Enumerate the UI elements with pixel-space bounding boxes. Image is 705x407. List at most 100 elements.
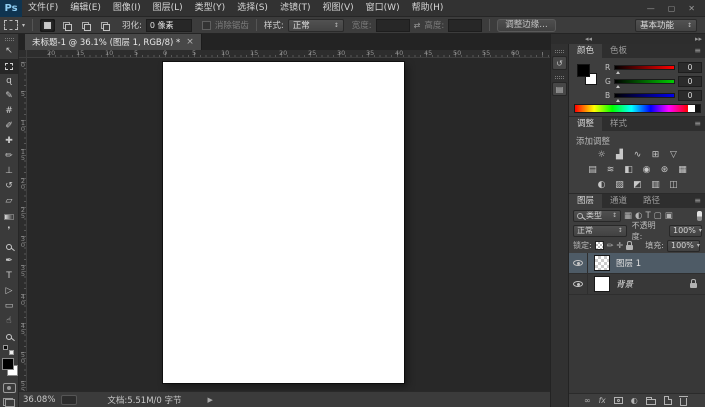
eye-icon[interactable] [573,260,583,266]
antialias-checkbox[interactable] [201,20,211,30]
tab-channels[interactable]: 通道 [602,194,635,208]
panel-menu-icon[interactable]: ≡ [694,194,705,208]
foreground-color-swatch[interactable] [1,358,14,370]
panel-menu-icon[interactable]: ≡ [694,117,705,131]
tool-preset-caret-icon[interactable]: ▾ [22,22,25,29]
menu-item[interactable]: 窗口(W) [360,0,406,17]
layer-thumbnail[interactable] [594,255,610,271]
tab-layers[interactable]: 图层 [569,194,603,208]
dodge-tool[interactable] [0,239,19,254]
lock-image-pixels-icon[interactable]: ✏ [607,241,614,250]
properties-panel-button[interactable]: ▤ [552,82,567,96]
add-to-selection-button[interactable] [59,19,74,32]
history-panel-button[interactable]: ↺ [552,56,567,70]
channel-slider[interactable] [614,64,675,74]
close-icon[interactable]: ✕ [688,4,695,13]
menu-item[interactable]: 类型(Y) [189,0,232,17]
visibility-cell[interactable] [569,274,588,294]
layer-name[interactable]: 图层 1 [616,257,705,269]
tab-color[interactable]: 颜色 [569,44,603,58]
document-tab[interactable]: 未标题-1 @ 36.1% (图层 1, RGB/8) * × [25,34,202,50]
minimize-icon[interactable]: — [647,4,655,13]
menu-item[interactable]: 编辑(E) [64,0,107,17]
layer-row[interactable]: 背景 [569,274,705,295]
tab-close-icon[interactable]: × [186,37,194,47]
panel-grip[interactable] [555,50,564,53]
rectangle-tool[interactable]: ▭ [0,299,19,314]
color-lookup-adjustment-icon[interactable]: ▦ [676,165,689,176]
blend-mode-dropdown[interactable]: 正常 ↕ [573,224,627,237]
panel-grip[interactable] [555,76,564,79]
blur-tool[interactable]: ❜ [0,224,19,239]
curves-adjustment-icon[interactable]: ∿ [631,150,644,161]
clone-stamp-tool[interactable]: ⊥ [0,164,19,179]
channel-value-field[interactable]: 0 [678,75,702,87]
menu-item[interactable]: 文件(F) [22,0,64,17]
horizontal-ruler[interactable]: 20 15 10 5 0 5 10 15 20 25 30 35 40 45 50 55 60 [27,50,550,58]
tab-styles[interactable]: 样式 [602,117,635,131]
opacity-dropdown[interactable]: 100% ▾ [669,224,702,237]
new-layer-icon[interactable] [663,396,672,405]
menu-item[interactable]: 滤镜(T) [274,0,317,17]
move-tool[interactable]: ↖ [0,44,19,59]
posterize-adjustment-icon[interactable]: ▨ [613,180,626,191]
rectangular-marquee-tool[interactable] [0,59,19,74]
menu-item[interactable]: 帮助(H) [406,0,450,17]
panel-menu-icon[interactable]: ≡ [694,44,705,58]
feather-input[interactable]: 0 像素 [145,18,192,32]
refine-edge-button[interactable]: 调整边缘… [497,18,556,32]
foreground-color-swatch[interactable] [577,64,590,77]
document-canvas[interactable] [163,62,404,383]
quick-mask-button[interactable] [2,383,16,393]
layer-name[interactable]: 背景 [616,278,690,290]
color-spectrum-ramp[interactable] [574,104,701,113]
history-brush-tool[interactable]: ↺ [0,179,19,194]
lock-position-icon[interactable]: ✛ [616,241,623,250]
tab-adjustments[interactable]: 调整 [569,117,603,131]
delete-layer-icon[interactable] [678,395,688,406]
tab-paths[interactable]: 路径 [635,194,668,208]
selective-color-adjustment-icon[interactable]: ◫ [667,180,680,191]
photo-filter-adjustment-icon[interactable]: ◉ [640,165,653,176]
filter-type-dropdown[interactable]: 类型 ↕ [573,209,621,222]
tool-preset-icon[interactable] [4,20,18,30]
tab-swatches[interactable]: 色板 [602,44,635,58]
visibility-cell[interactable] [569,253,588,273]
layer-style-fx-icon[interactable]: fx [599,396,606,405]
channel-value-field[interactable]: 0 [678,61,702,73]
zoom-tool[interactable] [0,329,19,344]
eyedropper-tool[interactable]: ✐ [0,119,19,134]
fill-dropdown[interactable]: 100% ▾ [667,239,700,252]
collapse-dock-icon[interactable]: ▸▸ [695,34,702,44]
eraser-tool[interactable]: ▱ [0,194,19,209]
hand-tool[interactable]: ☝ [0,314,19,329]
quick-selection-tool[interactable]: ✎ [0,89,19,104]
path-selection-tool[interactable]: ▷ [0,284,19,299]
lasso-tool[interactable]: ɋ [0,74,19,89]
gradient-map-adjustment-icon[interactable]: ▥ [649,180,662,191]
brush-tool[interactable]: ✏ [0,149,19,164]
zoom-level-field[interactable]: 36.08% [23,395,55,405]
pen-tool[interactable]: ✒ [0,254,19,269]
new-selection-button[interactable] [40,18,56,32]
collapse-dock-icon[interactable]: ◂◂ [585,34,592,44]
vertical-ruler[interactable]: 0 5 10 15 20 25 30 35 40 45 50 55 [19,58,27,391]
eye-icon[interactable] [573,281,583,287]
layer-filtering-toggle[interactable] [697,210,702,221]
lock-transparent-pixels-icon[interactable] [594,241,604,250]
gradient-tool[interactable] [0,209,19,224]
height-input[interactable] [448,18,483,32]
channel-slider[interactable] [614,78,675,88]
style-dropdown[interactable]: 正常 ↕ [287,18,344,32]
levels-adjustment-icon[interactable]: ▟ [613,150,626,161]
new-adjustment-layer-icon[interactable]: ◐ [631,396,638,405]
swap-dimensions-icon[interactable]: ⇄ [414,21,421,30]
crop-tool[interactable]: # [0,104,19,119]
ruler-origin-corner[interactable] [19,50,27,58]
channel-value-field[interactable]: 0 [678,89,702,101]
panel-grip[interactable] [4,38,14,41]
maximize-icon[interactable]: ▢ [668,4,676,13]
brightness-contrast-adjustment-icon[interactable]: ☼ [595,150,608,161]
screen-mode-button[interactable] [3,398,15,407]
link-layers-icon[interactable]: ∞ [584,396,591,405]
